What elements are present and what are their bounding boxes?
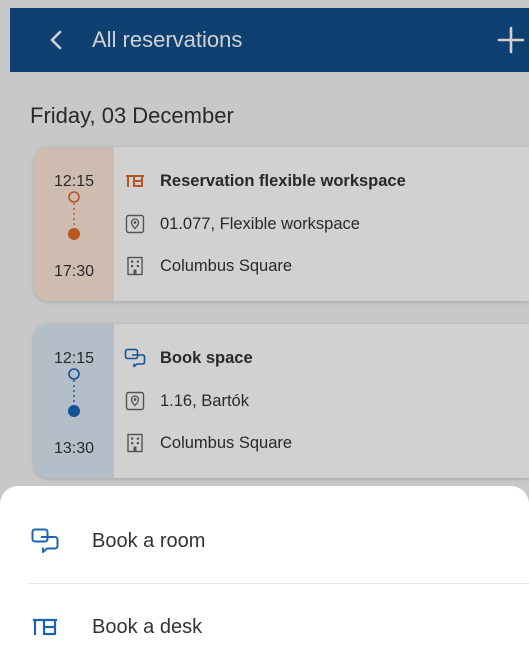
book-desk-option[interactable]: Book a desk bbox=[0, 598, 529, 656]
sheet-divider bbox=[28, 583, 529, 584]
book-room-option[interactable]: Book a room bbox=[0, 512, 529, 570]
book-desk-label: Book a desk bbox=[92, 615, 203, 638]
desk-icon bbox=[30, 612, 60, 642]
chat-room-icon bbox=[30, 526, 60, 556]
book-room-label: Book a room bbox=[92, 529, 206, 552]
